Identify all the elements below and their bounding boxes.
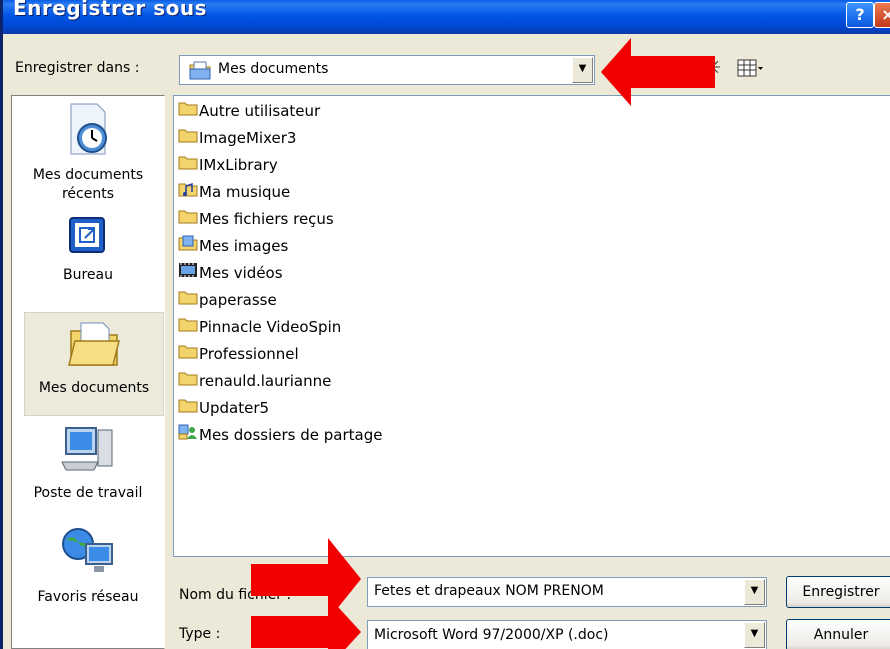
pictures-folder-icon <box>178 233 198 260</box>
filetype-select[interactable]: Microsoft Word 97/2000/XP (.doc) ▼ <box>367 620 767 649</box>
list-item[interactable]: Updater5 <box>178 395 269 422</box>
list-item[interactable]: ImageMixer3 <box>178 125 296 152</box>
list-item[interactable]: renauld.laurianne <box>178 368 331 395</box>
recent-documents-icon <box>12 102 164 162</box>
folder-icon <box>178 125 198 152</box>
music-folder-icon <box>178 179 198 206</box>
list-item[interactable]: Mes fichiers reçus <box>178 206 334 233</box>
list-item-label: Pinnacle VideoSpin <box>199 318 342 336</box>
cancel-button[interactable]: Annuler <box>786 619 890 649</box>
place-my-documents[interactable]: Mes documents <box>24 312 164 416</box>
place-recent-label-2: récents <box>61 186 115 202</box>
my-documents-small-icon <box>189 60 211 84</box>
list-item-label: ImageMixer3 <box>199 129 297 147</box>
list-item-label: Ma musique <box>199 183 291 201</box>
filename-value: Fetes et drapeaux NOM PRENOM <box>374 583 604 599</box>
list-item-label: paperasse <box>199 291 277 309</box>
save-in-combo[interactable]: Mes documents ▼ <box>179 55 595 85</box>
network-places-icon <box>12 526 164 584</box>
list-item-label: renauld.laurianne <box>199 372 332 390</box>
filename-dropdown-button[interactable]: ▼ <box>744 579 765 605</box>
list-item[interactable]: Mes vidéos <box>178 260 283 287</box>
annotation-arrow-filetype <box>251 596 361 649</box>
shared-folder-icon <box>178 422 198 449</box>
filetype-label: Type : <box>179 626 221 642</box>
list-item[interactable]: Mes dossiers de partage <box>178 422 382 449</box>
place-my-computer[interactable]: Poste de travail <box>12 424 164 503</box>
my-computer-icon <box>12 424 164 480</box>
my-documents-icon <box>25 319 163 375</box>
folder-icon <box>178 368 198 395</box>
list-item-label: Mes vidéos <box>199 264 283 282</box>
help-button[interactable]: ? <box>846 2 874 28</box>
folder-icon <box>178 206 198 233</box>
folder-icon <box>178 287 198 314</box>
list-item-label: Mes dossiers de partage <box>199 426 383 444</box>
filetype-dropdown-button[interactable]: ▼ <box>744 622 765 648</box>
list-item[interactable]: paperasse <box>178 287 277 314</box>
folder-icon <box>178 98 198 125</box>
filename-input[interactable]: Fetes et drapeaux NOM PRENOM ▼ <box>367 577 767 607</box>
videos-folder-icon <box>178 260 198 287</box>
desktop-icon <box>12 216 164 262</box>
list-item[interactable]: Autre utilisateur <box>178 98 320 125</box>
folder-icon <box>178 152 198 179</box>
list-item[interactable]: Professionnel <box>178 341 299 368</box>
place-network[interactable]: Favoris réseau <box>12 526 164 607</box>
place-network-label: Favoris réseau <box>37 589 139 605</box>
save-in-label: Enregistrer dans : <box>15 60 140 76</box>
list-item-label: Updater5 <box>199 399 270 417</box>
places-bar: Mes documents récents Bureau Mes documen… <box>11 95 165 649</box>
save-button[interactable]: Enregistrer <box>786 576 890 608</box>
view-menu-icon[interactable] <box>737 58 765 84</box>
list-item-label: Mes images <box>199 237 289 255</box>
list-item-label: Professionnel <box>199 345 299 363</box>
filetype-value: Microsoft Word 97/2000/XP (.doc) <box>374 627 609 643</box>
list-item[interactable]: Mes images <box>178 233 288 260</box>
list-item-label: Mes fichiers reçus <box>199 210 334 228</box>
list-item[interactable]: Ma musique <box>178 179 290 206</box>
list-item[interactable]: Pinnacle VideoSpin <box>178 314 341 341</box>
folder-icon <box>178 314 198 341</box>
place-recent-label-1: Mes documents <box>32 167 144 183</box>
save-in-value: Mes documents <box>218 61 329 77</box>
place-my-computer-label: Poste de travail <box>33 485 143 501</box>
list-item-label: Autre utilisateur <box>199 102 321 120</box>
save-as-dialog: Enregistrer sous ? × Enregistrer dans : … <box>0 0 890 649</box>
place-my-documents-label: Mes documents <box>38 380 150 396</box>
folder-icon <box>178 341 198 368</box>
place-recent-documents[interactable]: Mes documents récents <box>12 102 164 204</box>
file-list[interactable]: Autre utilisateur ImageMixer3 IMxLibrary… <box>173 95 890 557</box>
save-in-dropdown-button[interactable]: ▼ <box>572 57 593 83</box>
close-button[interactable]: × <box>874 2 890 28</box>
list-item[interactable]: IMxLibrary <box>178 152 278 179</box>
title-bar[interactable]: Enregistrer sous ? × <box>3 0 890 34</box>
dialog-title: Enregistrer sous <box>13 0 208 20</box>
list-item-label: IMxLibrary <box>199 156 278 174</box>
annotation-arrow-save-in <box>601 38 715 106</box>
place-desktop-label: Bureau <box>63 267 113 283</box>
folder-icon <box>178 395 198 422</box>
place-desktop[interactable]: Bureau <box>12 216 164 285</box>
